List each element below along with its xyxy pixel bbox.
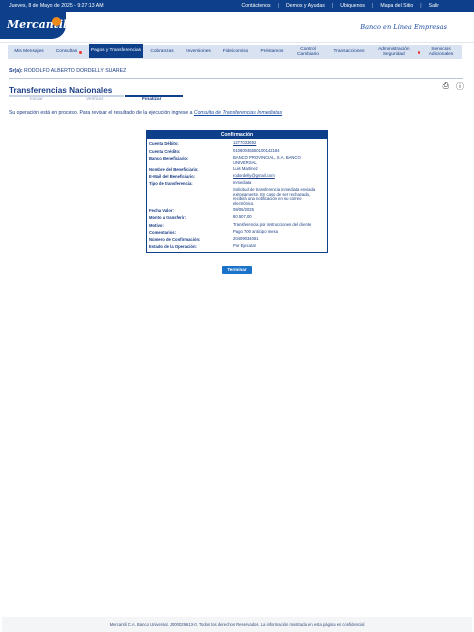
step-verificar: Verificar [86, 97, 104, 102]
step-finalizar: Finalizar [142, 97, 162, 102]
link-contactenos[interactable]: Contáctenos [235, 0, 278, 12]
nav-control-cambiario[interactable]: Control Cambiario [290, 45, 326, 59]
nav-transacciones[interactable]: Transacciones [326, 45, 372, 59]
nav-consultas[interactable]: Consultas [50, 45, 88, 59]
link-demos-ayudas[interactable]: Demos y Ayudas [279, 0, 332, 12]
nav-label: Servicios Adicionales [428, 46, 454, 57]
user-name: RODOLFO ALBERTO DORDELLY SUAREZ [24, 68, 127, 74]
field-value: Inmediata [233, 180, 252, 185]
separator: | [331, 3, 334, 9]
help-icon[interactable]: ⓘ [456, 81, 464, 92]
tagline: Banco en Línea Empresas [360, 23, 447, 31]
field-label: E-Mail del Beneficiario: [149, 174, 196, 179]
nav-label: Transacciones [333, 49, 365, 55]
main-nav: Mis Mensajes Consultas Pagos y Transfere… [8, 44, 462, 59]
user-label: Sr(a): [9, 68, 23, 74]
header: Mercantil Banco en Línea Empresas [0, 12, 474, 43]
logo-swoosh-icon [52, 17, 61, 26]
divider [9, 78, 463, 79]
separator: | [372, 3, 374, 9]
field-label: Banco Beneficiario: [149, 156, 189, 161]
nav-label: Control Cambiario [297, 46, 319, 57]
nav-label: Inversiones [186, 49, 211, 55]
page-title: Transferencias Nacionales [9, 86, 113, 95]
field-label: Comentarios: [149, 230, 176, 235]
confirmation-panel: Confirmación Cuenta Débito: 1277033692 C… [146, 130, 328, 253]
field-label: Fecha Valor: [149, 208, 174, 213]
field-value: 01080045550100142184 [233, 148, 280, 153]
nav-label: Préstamos [260, 49, 284, 55]
nav-cobranzas[interactable]: Cobranzas [144, 45, 180, 59]
nav-inversiones[interactable]: Inversiones [180, 45, 217, 59]
field-label: Tipo de transferencia: [149, 181, 193, 186]
mercantil-logo[interactable]: Mercantil [0, 12, 67, 39]
field-label: Motivo: [149, 223, 164, 228]
link-ubiquenos[interactable]: Ubiquenos [333, 0, 372, 12]
nav-pagos-transferencias[interactable]: Pagos y Transferencias [89, 44, 143, 58]
footer: Mercantil C.A. Banco Universal. J0000296… [2, 617, 472, 632]
nav-label: Administración Seguridad [378, 46, 410, 57]
top-bar: Jueves, 8 de Mayo de 2025 - 9:27:13 AM C… [0, 0, 474, 12]
field-value: Luis Martinez [233, 166, 258, 171]
field-value: Solicitud de transferencia inmediata env… [233, 187, 316, 206]
link-salir[interactable]: Salir [422, 0, 446, 12]
nav-label: Mis Mensajes [14, 49, 44, 55]
status-message: Su operación está en proceso. Para revis… [9, 110, 282, 116]
progress-steps: Iniciar Verificar Finalizar [9, 95, 183, 102]
nav-label: Fideicomiso [222, 49, 249, 55]
alert-dot-icon [79, 50, 83, 54]
step-iniciar: Iniciar [30, 97, 43, 102]
field-label: Número de Confirmación: [149, 237, 201, 242]
top-links: Contáctenos | Demos y Ayudas | Ubiquenos… [235, 0, 447, 12]
nav-label: Cobranzas [150, 49, 174, 55]
nav-mis-mensajes[interactable]: Mis Mensajes [8, 45, 50, 59]
terminar-button[interactable]: Terminar [222, 266, 252, 274]
separator: | [420, 3, 422, 9]
field-label: Estado de la Operación: [149, 244, 197, 249]
field-value: Por Ejecutar [233, 243, 257, 248]
confirmation-header: Confirmación [147, 131, 327, 139]
page-tools: ⎙ ⓘ [443, 81, 464, 92]
nav-prestamos[interactable]: Préstamos [254, 45, 290, 59]
nav-fideicomiso[interactable]: Fideicomiso [217, 45, 254, 59]
user-greeting: Sr(a): RODOLFO ALBERTO DORDELLY SUAREZ [9, 68, 126, 74]
field-value[interactable]: rodordelly@gmail.com [233, 173, 323, 179]
print-icon[interactable]: ⎙ [443, 81, 449, 92]
field-value: 80.507,00 [233, 214, 252, 219]
consulta-transferencias-link[interactable]: Consulta de Transferencias Inmediatas [194, 110, 282, 116]
nav-servicios-adicionales[interactable]: Servicios Adicionales [420, 45, 462, 59]
field-value: Pago 700 anticipo mesa [233, 229, 278, 234]
status-message-text: Su operación está en proceso. Para revis… [9, 110, 194, 116]
field-value: 08/05/2025 [233, 207, 254, 212]
field-label: Nombre del Beneficiario: [149, 167, 199, 172]
nav-administracion-seguridad[interactable]: Administración Seguridad [372, 45, 420, 59]
field-value[interactable]: 1277033692 [233, 140, 323, 146]
field-label: Cuenta Débito: [149, 141, 179, 146]
nav-label: Pagos y Transferencias [90, 48, 142, 54]
separator: | [277, 3, 279, 9]
field-value: 20409034051 [233, 236, 259, 241]
current-date: Jueves, 8 de Mayo de 2025 - 9:27:13 AM [9, 3, 104, 9]
field-value: Transferencia por instrucciones del clie… [233, 222, 312, 227]
field-value: BANCO PROVINCIAL, S.A. BANCO UNIVERSAL [233, 155, 301, 165]
link-mapa-sitio[interactable]: Mapa del Sitio [373, 0, 420, 12]
field-label: Monto a transferir: [149, 215, 186, 220]
field-label: Cuenta Crédito: [149, 149, 181, 154]
nav-label: Consultas [55, 49, 78, 55]
